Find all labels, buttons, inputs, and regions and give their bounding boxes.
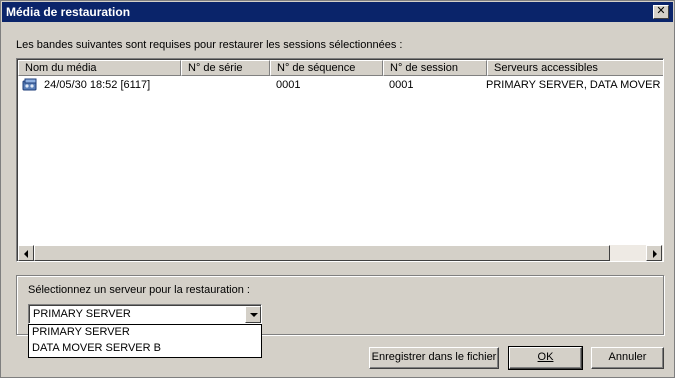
close-icon: ✕ [656,5,666,17]
close-button[interactable]: ✕ [653,5,669,19]
window-title: Média de restauration [6,5,131,19]
list-header: Nom du média N° de série N° de séquence … [18,60,663,76]
dropdown-button[interactable] [245,306,261,323]
arrow-left-icon [24,250,28,258]
scroll-left-button[interactable] [18,245,34,261]
server-select-value: PRIMARY SERVER [33,308,131,320]
server-select-label: Sélectionnez un serveur pour la restaura… [28,284,250,296]
instructions-text: Les bandes suivantes sont requises pour … [16,39,403,51]
arrow-right-icon [653,250,657,258]
server-select-combobox[interactable]: PRIMARY SERVER [28,304,262,324]
tape-media-icon [22,78,37,91]
cell-sequence: 0001 [276,79,301,91]
save-to-file-button[interactable]: Enregistrer dans le fichier [369,347,499,369]
cell-media-name: 24/05/30 18:52 [6117] [44,79,151,91]
column-header-session[interactable]: N° de session [383,60,487,76]
ok-button[interactable]: OK [508,346,583,370]
server-dropdown-list[interactable]: PRIMARY SERVER DATA MOVER SERVER B [28,324,262,358]
ok-button-label: OK [537,351,554,363]
column-header-servers[interactable]: Serveurs accessibles [487,60,663,76]
media-list[interactable]: Nom du média N° de série N° de séquence … [16,58,664,262]
scrollbar-thumb[interactable] [34,245,610,261]
dropdown-option-data-mover-server-b[interactable]: DATA MOVER SERVER B [29,341,261,356]
cell-servers: PRIMARY SERVER, DATA MOVER S [486,79,663,91]
column-header-serial[interactable]: N° de série [181,60,270,76]
scroll-right-button[interactable] [646,245,662,261]
dropdown-option-primary-server[interactable]: PRIMARY SERVER [29,325,261,340]
title-bar[interactable]: Média de restauration ✕ [2,2,673,22]
restore-media-dialog: Média de restauration ✕ Les bandes suiva… [0,0,675,378]
horizontal-scrollbar[interactable] [18,245,663,261]
column-header-media-name[interactable]: Nom du média [18,60,181,76]
column-header-sequence[interactable]: N° de séquence [270,60,383,76]
cancel-button[interactable]: Annuler [591,347,664,369]
cell-session: 0001 [389,79,414,91]
table-row[interactable]: 24/05/30 18:52 [6117] 0001 0001 PRIMARY … [18,77,663,95]
chevron-down-icon [250,313,258,317]
